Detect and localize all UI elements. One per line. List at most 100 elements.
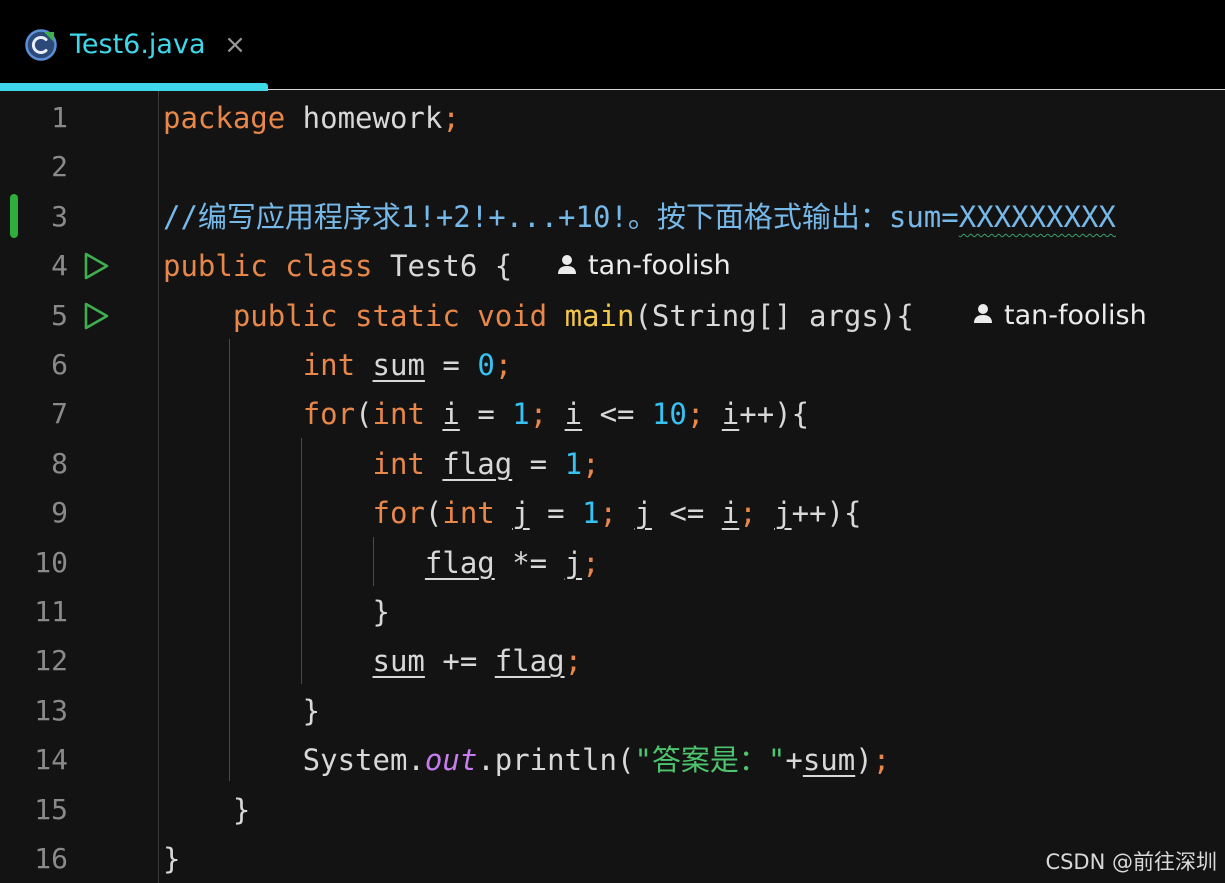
- code-text: }: [163, 785, 250, 835]
- line-number[interactable]: 10: [0, 538, 68, 588]
- code-text: flag *= j;: [163, 538, 600, 588]
- code-token: ;: [564, 644, 583, 679]
- author-hint[interactable]: tan-foolish: [972, 291, 1147, 341]
- line-number[interactable]: 15: [0, 785, 68, 835]
- code-token: =: [512, 446, 565, 481]
- code-line[interactable]: 7 for(int i = 1; i <= 10; i++){: [0, 389, 1225, 439]
- code-token: (: [424, 496, 443, 531]
- code-line[interactable]: 1 package homework;: [0, 93, 1225, 143]
- close-icon[interactable]: ×: [220, 28, 250, 62]
- code-token: public class: [163, 249, 390, 284]
- author-name: tan-foolish: [588, 250, 731, 282]
- code-line[interactable]: 10 flag *= j;: [0, 538, 1225, 588]
- line-number[interactable]: 3: [0, 192, 68, 242]
- code-token: ;: [582, 545, 600, 580]
- code-text: sum += flag;: [163, 636, 583, 686]
- code-token: sum: [372, 348, 425, 382]
- code-token: ++){: [791, 496, 862, 531]
- author-hint[interactable]: tan-foolish: [556, 241, 731, 291]
- code-token: ;: [529, 397, 565, 432]
- line-number[interactable]: 13: [0, 686, 68, 736]
- code-token: j: [564, 545, 583, 580]
- code-text: System.out.println("答案是："+sum);: [163, 735, 890, 785]
- code-line[interactable]: 14 System.out.println("答案是："+sum);: [0, 735, 1225, 785]
- run-icon[interactable]: [82, 252, 110, 280]
- code-token: int: [372, 397, 443, 432]
- code-line[interactable]: 15 }: [0, 785, 1225, 835]
- code-token: Test6 {: [389, 249, 513, 284]
- code-token: (: [355, 397, 373, 432]
- code-text: //编写应用程序求1!+2!+...+10!。按下面格式输出：sum=XXXXX…: [163, 192, 1116, 242]
- code-token: }: [163, 693, 321, 728]
- code-token: ;: [872, 743, 891, 778]
- line-number[interactable]: 8: [0, 439, 68, 489]
- code-token: i: [564, 397, 583, 432]
- code-line[interactable]: 3 //编写应用程序求1!+2!+...+10!。按下面格式输出：sum=XXXX…: [0, 192, 1225, 242]
- code-line[interactable]: 11 }: [0, 587, 1225, 637]
- code-token: 1: [564, 446, 583, 481]
- line-number[interactable]: 9: [0, 488, 68, 538]
- code-token: flag: [494, 644, 565, 679]
- editor-tab-bar: Test6.java ×: [0, 0, 1225, 91]
- code-token: main: [564, 298, 635, 333]
- code-line[interactable]: 12 sum += flag;: [0, 636, 1225, 686]
- code-token: int: [302, 348, 373, 382]
- code-token: j: [634, 496, 652, 531]
- tab-test6-java[interactable]: Test6.java ×: [0, 0, 268, 91]
- line-number[interactable]: 4: [0, 241, 68, 291]
- code-token: 1: [582, 496, 600, 531]
- line-number[interactable]: 2: [0, 142, 68, 192]
- user-icon: [974, 304, 992, 324]
- code-token: +: [785, 743, 803, 778]
- run-icon[interactable]: [82, 302, 110, 330]
- code-line[interactable]: 4 public class Test6 { tan-foolish: [0, 241, 1225, 291]
- code-token: int: [372, 446, 443, 481]
- code-token: }: [163, 842, 181, 876]
- code-token: ;: [442, 101, 460, 135]
- code-line[interactable]: 5 public static void main(String[] args)…: [0, 291, 1225, 341]
- line-number[interactable]: 1: [0, 93, 68, 143]
- line-number[interactable]: 5: [0, 291, 68, 341]
- code-text: public class Test6 {: [163, 241, 512, 291]
- java-class-icon: [25, 29, 57, 61]
- code-token: for: [302, 397, 356, 432]
- code-token: System.: [163, 743, 425, 778]
- line-number[interactable]: 14: [0, 735, 68, 785]
- line-number[interactable]: 6: [0, 340, 68, 390]
- code-token: sum: [372, 644, 425, 679]
- code-token: for: [372, 496, 425, 531]
- code-line[interactable]: 13 }: [0, 686, 1225, 736]
- code-line[interactable]: 6 int sum = 0;: [0, 340, 1225, 390]
- code-token: i: [721, 496, 740, 531]
- code-token: ;: [582, 446, 600, 481]
- code-line[interactable]: 8 int flag = 1;: [0, 439, 1225, 489]
- code-token: homework: [285, 101, 443, 135]
- code-line[interactable]: 2: [0, 142, 1225, 192]
- active-tab-indicator: [0, 83, 268, 91]
- line-number[interactable]: 7: [0, 389, 68, 439]
- code-token: package: [163, 101, 286, 135]
- code-line[interactable]: 16}: [0, 834, 1225, 883]
- code-token: ++){: [739, 397, 810, 432]
- code-token: flag: [442, 446, 513, 481]
- code-line[interactable]: 9 for(int j = 1; j <= i; j++){: [0, 488, 1225, 538]
- code-text: }: [163, 834, 180, 883]
- code-token: ;: [686, 397, 722, 432]
- code-token: <=: [651, 496, 722, 531]
- line-number[interactable]: 16: [0, 834, 68, 883]
- code-token: j: [774, 496, 792, 531]
- code-token: j: [512, 496, 530, 531]
- code-editor[interactable]: 1 package homework; 2 3 //编写应用程序求1!+2!+...+1…: [0, 91, 1225, 883]
- code-token: ;: [599, 496, 635, 531]
- line-number[interactable]: 12: [0, 636, 68, 686]
- code-token: *=: [494, 545, 565, 580]
- line-number[interactable]: 11: [0, 587, 68, 637]
- code-token: flag: [424, 545, 495, 580]
- code-token: i: [721, 397, 740, 432]
